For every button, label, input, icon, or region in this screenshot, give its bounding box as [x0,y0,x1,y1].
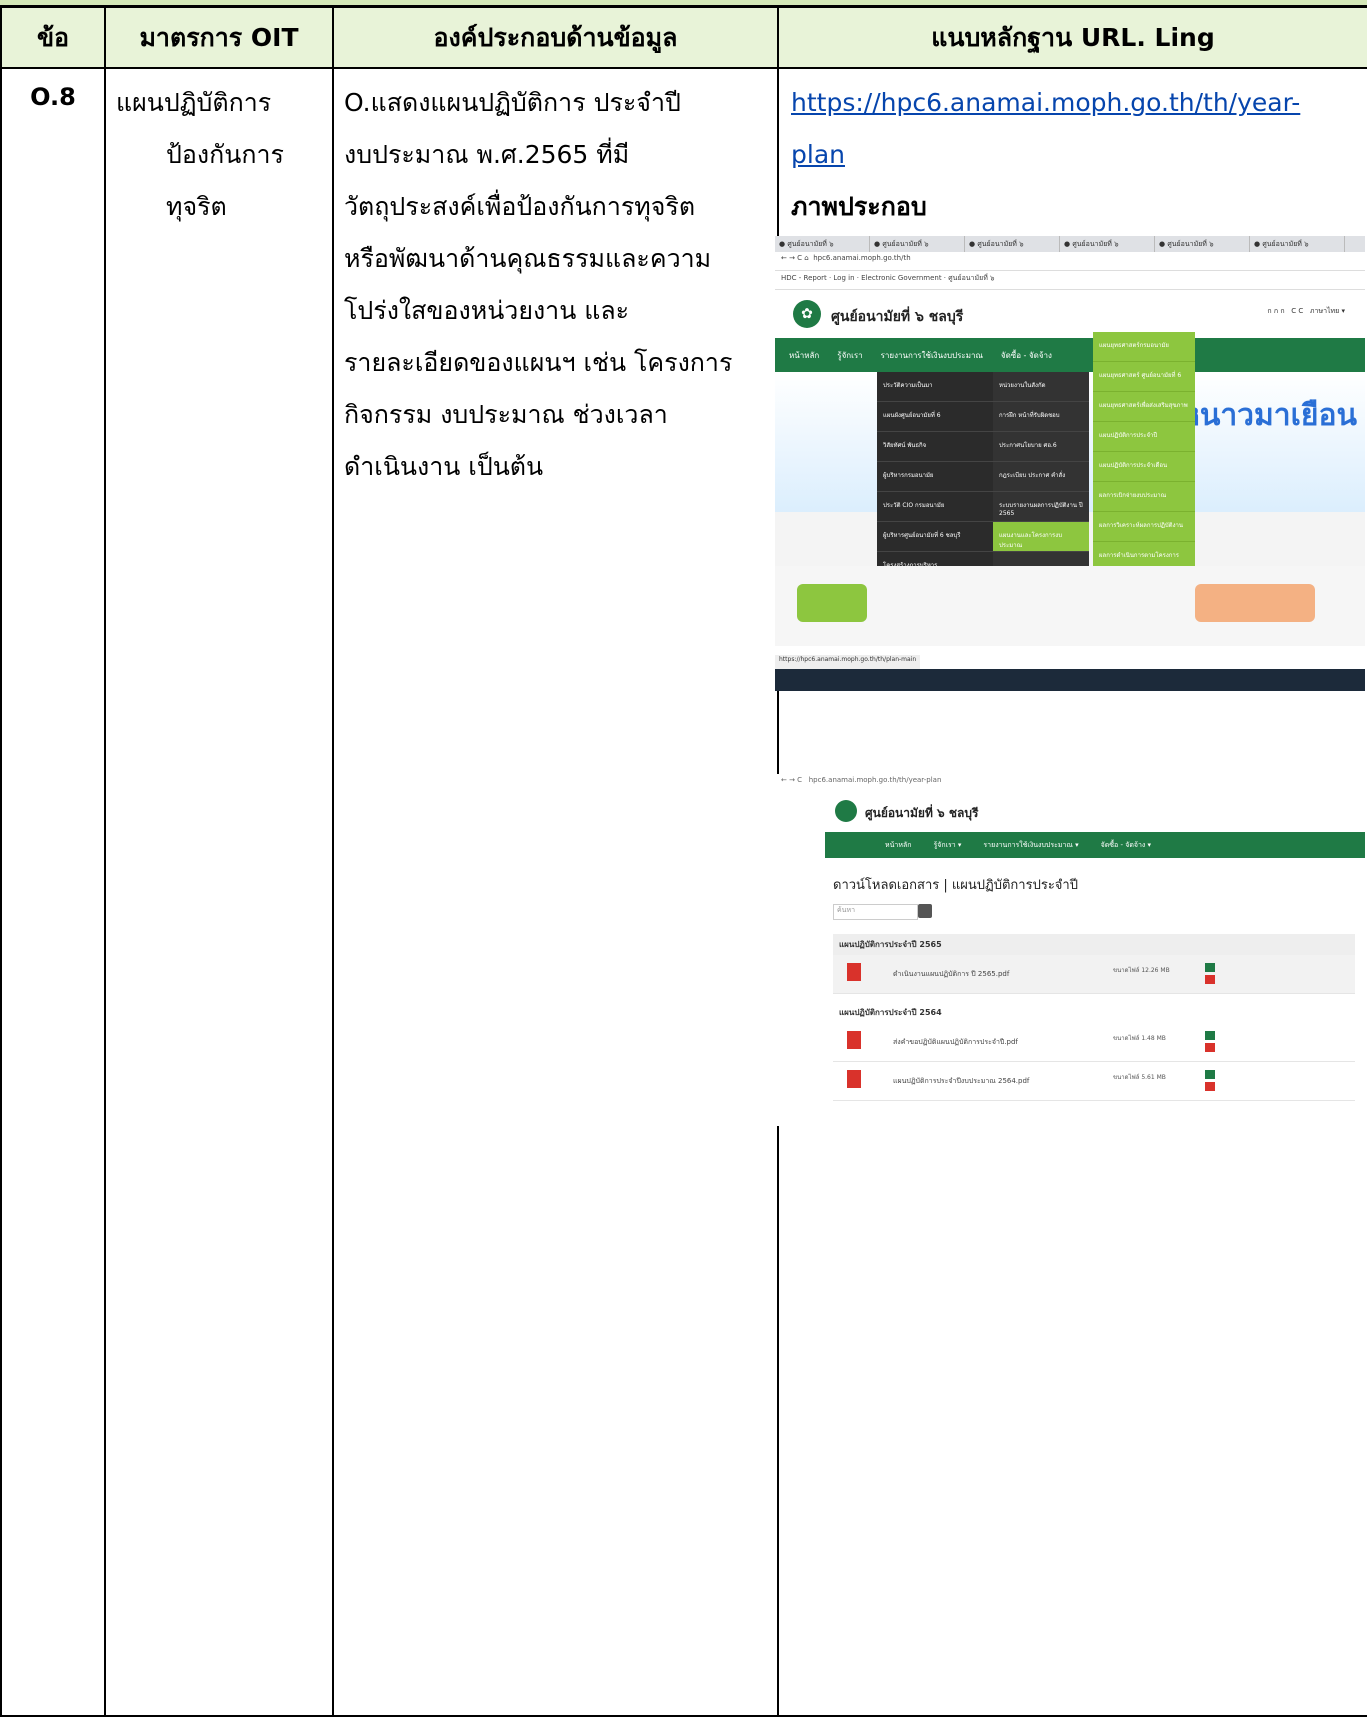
search-icon [918,904,932,918]
site-quicklinks [775,566,1365,646]
pdf-icon [847,1031,861,1049]
taskbar [775,669,1365,691]
browser-tab: ● ศูนย์อนามัยที่ ๖ [1250,236,1345,252]
menu-item: กฎระเบียบ ประกาศ คำสั่ง [993,462,1089,492]
group-title: แผนปฏิบัติการประจำปี 2564 [833,1002,1355,1023]
site-logo-icon: ✿ [793,300,821,328]
status-url: https://hpc6.anamai.moph.go.th/th/plan-m… [775,655,921,669]
site-header: ✿ ศูนย์อนามัยที่ ๖ ชลบุรี ก ก ก C C ภาษา… [775,290,1365,338]
menu-item: แผนผังศูนย์อนามัยที่ 6 [877,402,993,432]
nav-item: จัดซื้อ - จัดจ้าง [1000,350,1052,360]
figure-label: ภาพประกอบ [791,192,927,221]
quicklink-button [1195,584,1315,622]
address-bar: ← → C ⌂ hpc6.anamai.moph.go.th/th [775,252,1365,271]
site-name: ศูนย์อนามัยที่ ๖ ชลบุรี [831,309,964,325]
menu-item: แผนยุทธศาสตร์ ศูนย์อนามัยที่ 6 [1093,362,1195,392]
file-group: แผนปฏิบัติการประจำปี 2565 ดำเนินงานแผนปฏ… [833,934,1355,994]
menu-item: แผนยุทธศาสตร์กรมอนามัย [1093,332,1195,362]
pdf-icon [847,963,861,981]
file-actions [1205,1070,1215,1092]
site-name: ศูนย์อนามัยที่ ๖ ชลบุรี [865,806,979,820]
measure-cell: แผนปฏิบัติการ ป้องกันการ ทุจริต [104,67,334,1717]
header-element: องค์ประกอบด้านข้อมูล [332,6,779,69]
row-number: O.8 [0,67,106,1717]
site-nav: หน้าหลัก รู้จักเรา ▾ รายงานการใช้เงินงบประ… [825,832,1365,858]
menu-item: แผนงานและโครงการงบประมาณ [993,522,1089,552]
browser-tab: ● ศูนย์อนามัยที่ ๖ [1155,236,1250,252]
site-tools: ก ก ก C C ภาษาไทย ▾ [1267,307,1345,315]
measure-line: แผนปฏิบัติการ [116,88,272,117]
element-line: รายละเอียดของแผนฯ เช่น โครงการ [344,348,733,377]
banner-text: หนาวมาเยือน [1180,398,1357,433]
menu-item: แผนยุทธศาสตร์เพื่อส่งเสริมสุขภาพ [1093,392,1195,422]
menu-item: แผนปฏิบัติการประจำเดือน [1093,452,1195,482]
site-nav: หน้าหลัก รู้จักเรา รายงานการใช้เงินงบประ… [775,338,1365,372]
menu-item: ประกาศนโยบาย ศอ.6 [993,432,1089,462]
table-header-row: ข้อ มาตรการ OIT องค์ประกอบด้านข้อมูล แนบ… [0,6,1367,69]
evidence-url-link[interactable]: https://hpc6.anamai.moph.go.th/th/year-p… [791,77,1357,181]
menu-item: ผลการวิเคราะห์ผลการปฏิบัติงาน [1093,512,1195,542]
browser-tab: ● ศูนย์อนามัยที่ ๖ [965,236,1060,252]
nav-item: หน้าหลัก [789,350,820,360]
element-line: กิจกรรม งบประมาณ ช่วงเวลา [344,400,668,429]
nav-item: รู้จักเรา [837,350,863,360]
file-group: แผนปฏิบัติการประจำปี 2564 ส่งคำขอปฏิบัติ… [833,1002,1355,1101]
element-line: งบประมาณ พ.ศ.2565 ที่มี [344,140,630,169]
page-title: ดาวน์โหลดเอกสาร | แผนปฏิบัติการประจำปี [833,878,1078,893]
menu-item: ระบบรายงานผลการปฏิบัติงาน ปี 2565 [993,492,1089,522]
browser-tab: ● ศูนย์อนามัยที่ ๖ [775,236,870,252]
header-measure: มาตรการ OIT [104,6,334,69]
menu-item: ผลการเบิกจ่ายงบประมาณ [1093,482,1195,512]
file-name: ส่งคำขอปฏิบัติแผนปฏิบัติการประจำปี.pdf [893,1038,1018,1046]
menu-item: วิสัยทัศน์ พันธกิจ [877,432,993,462]
address-bar: ← → C hpc6.anamai.moph.go.th/th/year-pla… [781,776,942,784]
menu-item: แผนปฏิบัติการประจำปี [1093,422,1195,452]
measure-line: ทุจริต [166,192,227,221]
element-line: โปร่งใสของหน่วยงาน และ [344,296,630,325]
menu-item: ประวัติ CIO กรมอนามัย [877,492,993,522]
measure-line: ป้องกันการ [166,140,284,169]
file-row: ดำเนินงานแผนปฏิบัติการ ปี 2565.pdf ขนาดไ… [833,955,1355,994]
browser-tab: ● ศูนย์อนามัยที่ ๖ [870,236,965,252]
file-size: ขนาดไฟล์ 5.61 MB [1113,1074,1166,1081]
header-no: ข้อ [0,6,106,69]
file-size: ขนาดไฟล์ 1.48 MB [1113,1035,1166,1042]
file-size: ขนาดไฟล์ 12.26 MB [1113,967,1170,974]
browser-tabs: ● ศูนย์อนามัยที่ ๖ ● ศูนย์อนามัยที่ ๖ ● … [775,236,1365,252]
site-logo-icon [835,800,857,822]
menu-item: การฝึก หน้าที่รับผิดชอบ [993,402,1089,432]
browser-tab: ● ศูนย์อนามัยที่ ๖ [1060,236,1155,252]
file-row: แผนปฏิบัติการประจำปีงบประมาณ 2564.pdf ขน… [833,1062,1355,1101]
element-cell: O.แสดงแผนปฏิบัติการ ประจำปี งบประมาณ พ.ศ… [332,67,779,1717]
file-actions [1205,963,1215,985]
file-row: ส่งคำขอปฏิบัติแผนปฏิบัติการประจำปี.pdf ข… [833,1023,1355,1062]
element-line: O.แสดงแผนปฏิบัติการ ประจำปี [344,88,681,117]
search-input: ค้นหา [833,904,918,920]
nav-item: รายงานการใช้เงินงบประมาณ [880,350,983,360]
menu-item: ผู้บริหารกรมอนามัย [877,462,993,492]
site-header: ศูนย์อนามัยที่ ๖ ชลบุรี [775,792,1365,832]
file-name: ดำเนินงานแผนปฏิบัติการ ปี 2565.pdf [893,970,1010,978]
file-name: แผนปฏิบัติการประจำปีงบประมาณ 2564.pdf [893,1077,1030,1085]
element-line: หรือพัฒนาด้านคุณธรรมและความ [344,244,712,273]
menu-item: หน่วยงานในสังกัด [993,372,1089,402]
screenshot-website-menu: ● ศูนย์อนามัยที่ ๖ ● ศูนย์อนามัยที่ ๖ ● … [775,236,1365,691]
pdf-icon [847,1070,861,1088]
menu-item: ประวัติความเป็นมา [877,372,993,402]
bookmarks-bar: HDC - Report · Log in · Electronic Gover… [775,271,1365,290]
screenshot-download-page: ← → C hpc6.anamai.moph.go.th/th/year-pla… [775,774,1365,1126]
quicklink-button [797,584,867,622]
element-line: วัตถุประสงค์เพื่อป้องกันการทุจริต [344,192,696,221]
element-line: ดำเนินงาน เป็นต้น [344,452,544,481]
group-title: แผนปฏิบัติการประจำปี 2565 [833,934,1355,955]
menu-item: ผู้บริหารศูนย์อนามัยที่ 6 ชลบุรี [877,522,993,552]
header-evidence: แนบหลักฐาน URL. Ling [777,6,1367,69]
file-actions [1205,1031,1215,1053]
